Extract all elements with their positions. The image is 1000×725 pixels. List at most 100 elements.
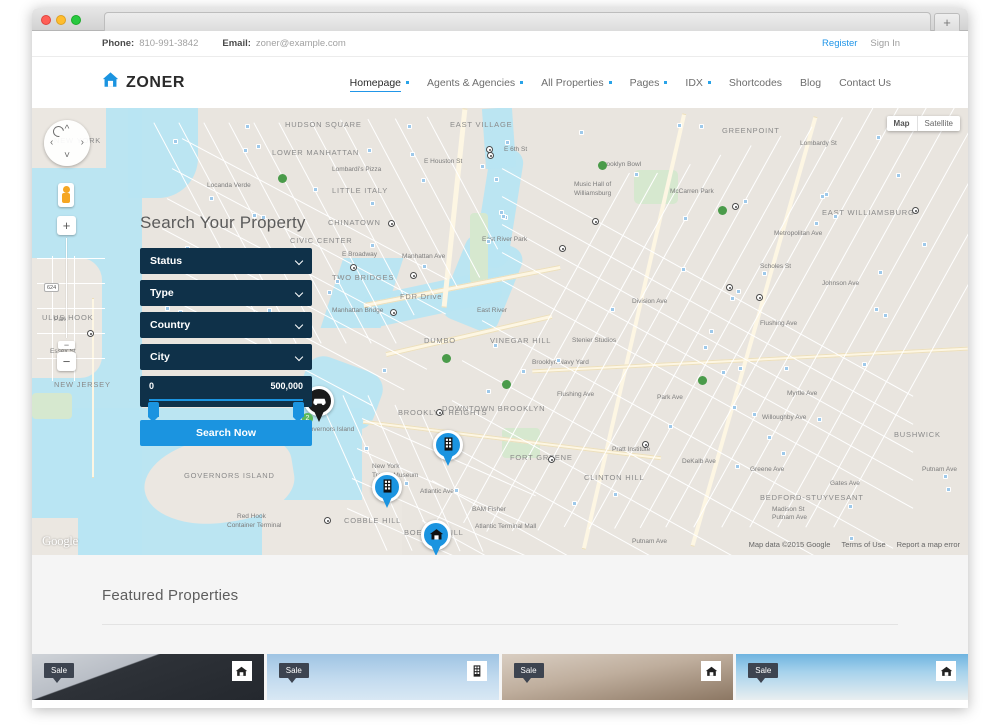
nav-item-homepage[interactable]: Homepage	[341, 76, 418, 92]
map-poi-marker[interactable]	[912, 207, 919, 214]
map-poi-icon[interactable]	[245, 124, 250, 129]
pan-right-icon[interactable]: ›	[81, 138, 84, 148]
map-poi-icon[interactable]	[922, 242, 927, 247]
map-zoom-control[interactable]: + − −	[57, 216, 76, 371]
map-poi-icon[interactable]	[876, 135, 881, 140]
map-poi-marker[interactable]	[390, 309, 397, 316]
new-tab-button[interactable]: +	[934, 13, 960, 31]
map-type-satellite-button[interactable]: Satellite	[916, 116, 960, 131]
map-poi-marker[interactable]	[487, 152, 494, 159]
map-poi-icon[interactable]	[824, 192, 829, 197]
map-poi-icon[interactable]	[335, 279, 340, 284]
map-poi-icon[interactable]	[709, 329, 714, 334]
map-poi-marker[interactable]	[642, 441, 649, 448]
country-select[interactable]: Country	[140, 312, 312, 338]
terms-of-use-link[interactable]: Terms of Use	[841, 540, 885, 549]
map-poi-icon[interactable]	[848, 504, 853, 509]
map-poi-icon[interactable]	[735, 464, 740, 469]
map-poi-icon[interactable]	[874, 307, 879, 312]
map-poi-marker[interactable]	[732, 203, 739, 210]
map-poi-icon[interactable]	[505, 140, 510, 145]
report-map-error-link[interactable]: Report a map error	[897, 540, 960, 549]
map-poi-icon[interactable]	[762, 271, 767, 276]
map-poi-icon[interactable]	[367, 148, 372, 153]
pan-down-icon[interactable]: ˅	[64, 151, 70, 161]
property-card[interactable]: Sale	[266, 654, 499, 700]
nav-item-blog[interactable]: Blog	[791, 77, 830, 89]
nav-item-pages[interactable]: Pages	[621, 77, 677, 89]
map-poi-icon[interactable]	[784, 366, 789, 371]
map-poi-icon[interactable]	[327, 290, 332, 295]
map-poi-marker[interactable]	[756, 294, 763, 301]
map-poi-icon[interactable]	[480, 164, 485, 169]
window-controls[interactable]	[41, 15, 81, 25]
map-poi-marker[interactable]	[410, 272, 417, 279]
map-poi-icon[interactable]	[946, 487, 951, 492]
property-card[interactable]: Sale	[501, 654, 734, 700]
map-poi-icon[interactable]	[883, 313, 888, 318]
browser-tab[interactable]	[104, 12, 931, 31]
map-poi-icon[interactable]	[683, 216, 688, 221]
map-poi-marker[interactable]	[592, 218, 599, 225]
map-poi-icon[interactable]	[767, 435, 772, 440]
map-poi-icon[interactable]	[243, 148, 248, 153]
map-poi-icon[interactable]	[382, 368, 387, 373]
nav-item-idx[interactable]: IDX	[676, 77, 720, 89]
maximize-window-button[interactable]	[71, 15, 81, 25]
nav-item-all-properties[interactable]: All Properties	[532, 77, 620, 89]
map-poi-icon[interactable]	[668, 424, 673, 429]
map-hero[interactable]: HUDSON SQUAREEAST VILLAGEGREENPOINTNEW Y…	[32, 108, 968, 555]
map-poi-icon[interactable]	[486, 389, 491, 394]
map-poi-marker[interactable]	[559, 245, 566, 252]
property-card[interactable]: Sale	[736, 654, 968, 700]
nav-item-shortcodes[interactable]: Shortcodes	[720, 77, 791, 89]
street-view-pegman[interactable]	[58, 183, 74, 207]
map-poi-icon[interactable]	[454, 488, 459, 493]
property-card[interactable]: Sale	[32, 654, 264, 700]
map-poi-icon[interactable]	[814, 221, 819, 226]
minimize-window-button[interactable]	[56, 15, 66, 25]
nav-item-contact-us[interactable]: Contact Us	[830, 77, 900, 89]
map-poi-icon[interactable]	[579, 130, 584, 135]
price-range-handle-min[interactable]	[148, 402, 159, 422]
map-type-switcher[interactable]: Map Satellite	[886, 116, 960, 131]
map-poi-icon[interactable]	[209, 196, 214, 201]
map-poi-marker[interactable]	[87, 330, 94, 337]
map-poi-icon[interactable]	[556, 358, 561, 363]
map-poi-icon[interactable]	[833, 214, 838, 219]
map-poi-icon[interactable]	[521, 369, 526, 374]
map-poi-icon[interactable]	[256, 144, 261, 149]
map-poi-icon[interactable]	[681, 267, 686, 272]
map-poi-icon[interactable]	[878, 270, 883, 275]
zoom-slider-handle[interactable]: −	[58, 340, 75, 349]
map-poi-marker[interactable]	[726, 284, 733, 291]
map-poi-icon[interactable]	[421, 178, 426, 183]
map-poi-icon[interactable]	[410, 152, 415, 157]
map-poi-icon[interactable]	[404, 481, 409, 486]
map-poi-marker[interactable]	[388, 220, 395, 227]
price-range-track[interactable]	[149, 399, 303, 401]
map-poi-icon[interactable]	[634, 172, 639, 177]
close-window-button[interactable]	[41, 15, 51, 25]
map-poi-icon[interactable]	[752, 412, 757, 417]
map-poi-icon[interactable]	[422, 264, 427, 269]
map-poi-icon[interactable]	[730, 296, 735, 301]
city-select[interactable]: City	[140, 344, 312, 370]
map-poi-icon[interactable]	[370, 201, 375, 206]
map-poi-icon[interactable]	[943, 474, 948, 479]
map-type-map-button[interactable]: Map	[886, 116, 917, 131]
map-poi-icon[interactable]	[501, 214, 506, 219]
map-poi-icon[interactable]	[732, 405, 737, 410]
map-poi-icon[interactable]	[738, 366, 743, 371]
zoom-out-button[interactable]: −	[57, 352, 76, 371]
map-marker-apartment-2[interactable]	[372, 472, 402, 512]
register-link[interactable]: Register	[822, 38, 857, 49]
map-poi-marker[interactable]	[548, 456, 555, 463]
map-poi-icon[interactable]	[407, 124, 412, 129]
price-range-slider[interactable]: 0 500,000	[140, 376, 312, 422]
map-poi-icon[interactable]	[677, 123, 682, 128]
signin-link[interactable]: Sign In	[870, 38, 900, 49]
map-poi-marker[interactable]	[436, 409, 443, 416]
map-poi-icon[interactable]	[364, 446, 369, 451]
site-logo[interactable]: ZONER	[102, 72, 185, 93]
